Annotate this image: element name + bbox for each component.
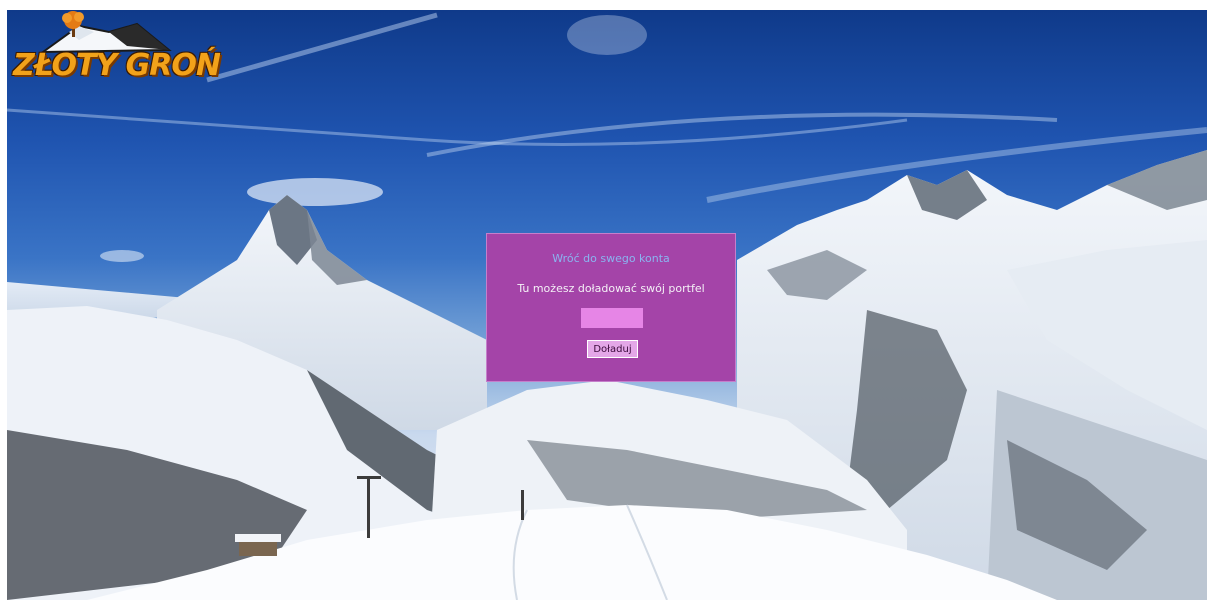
logo-text: ZŁOTY GROŃ: [13, 48, 221, 83]
wallet-topup-panel: Wróć do swego konta Tu możesz doładować …: [486, 233, 736, 382]
topup-button[interactable]: Doładuj: [587, 340, 638, 358]
amount-input[interactable]: [581, 308, 643, 328]
page-background: ZŁOTY GROŃ Wróć do swego konta Tu możesz…: [7, 10, 1207, 600]
panel-title: Wróć do swego konta: [552, 252, 670, 265]
site-logo[interactable]: ZŁOTY GROŃ: [9, 10, 221, 90]
panel-subtitle: Tu możesz doładować swój portfel: [517, 282, 705, 295]
